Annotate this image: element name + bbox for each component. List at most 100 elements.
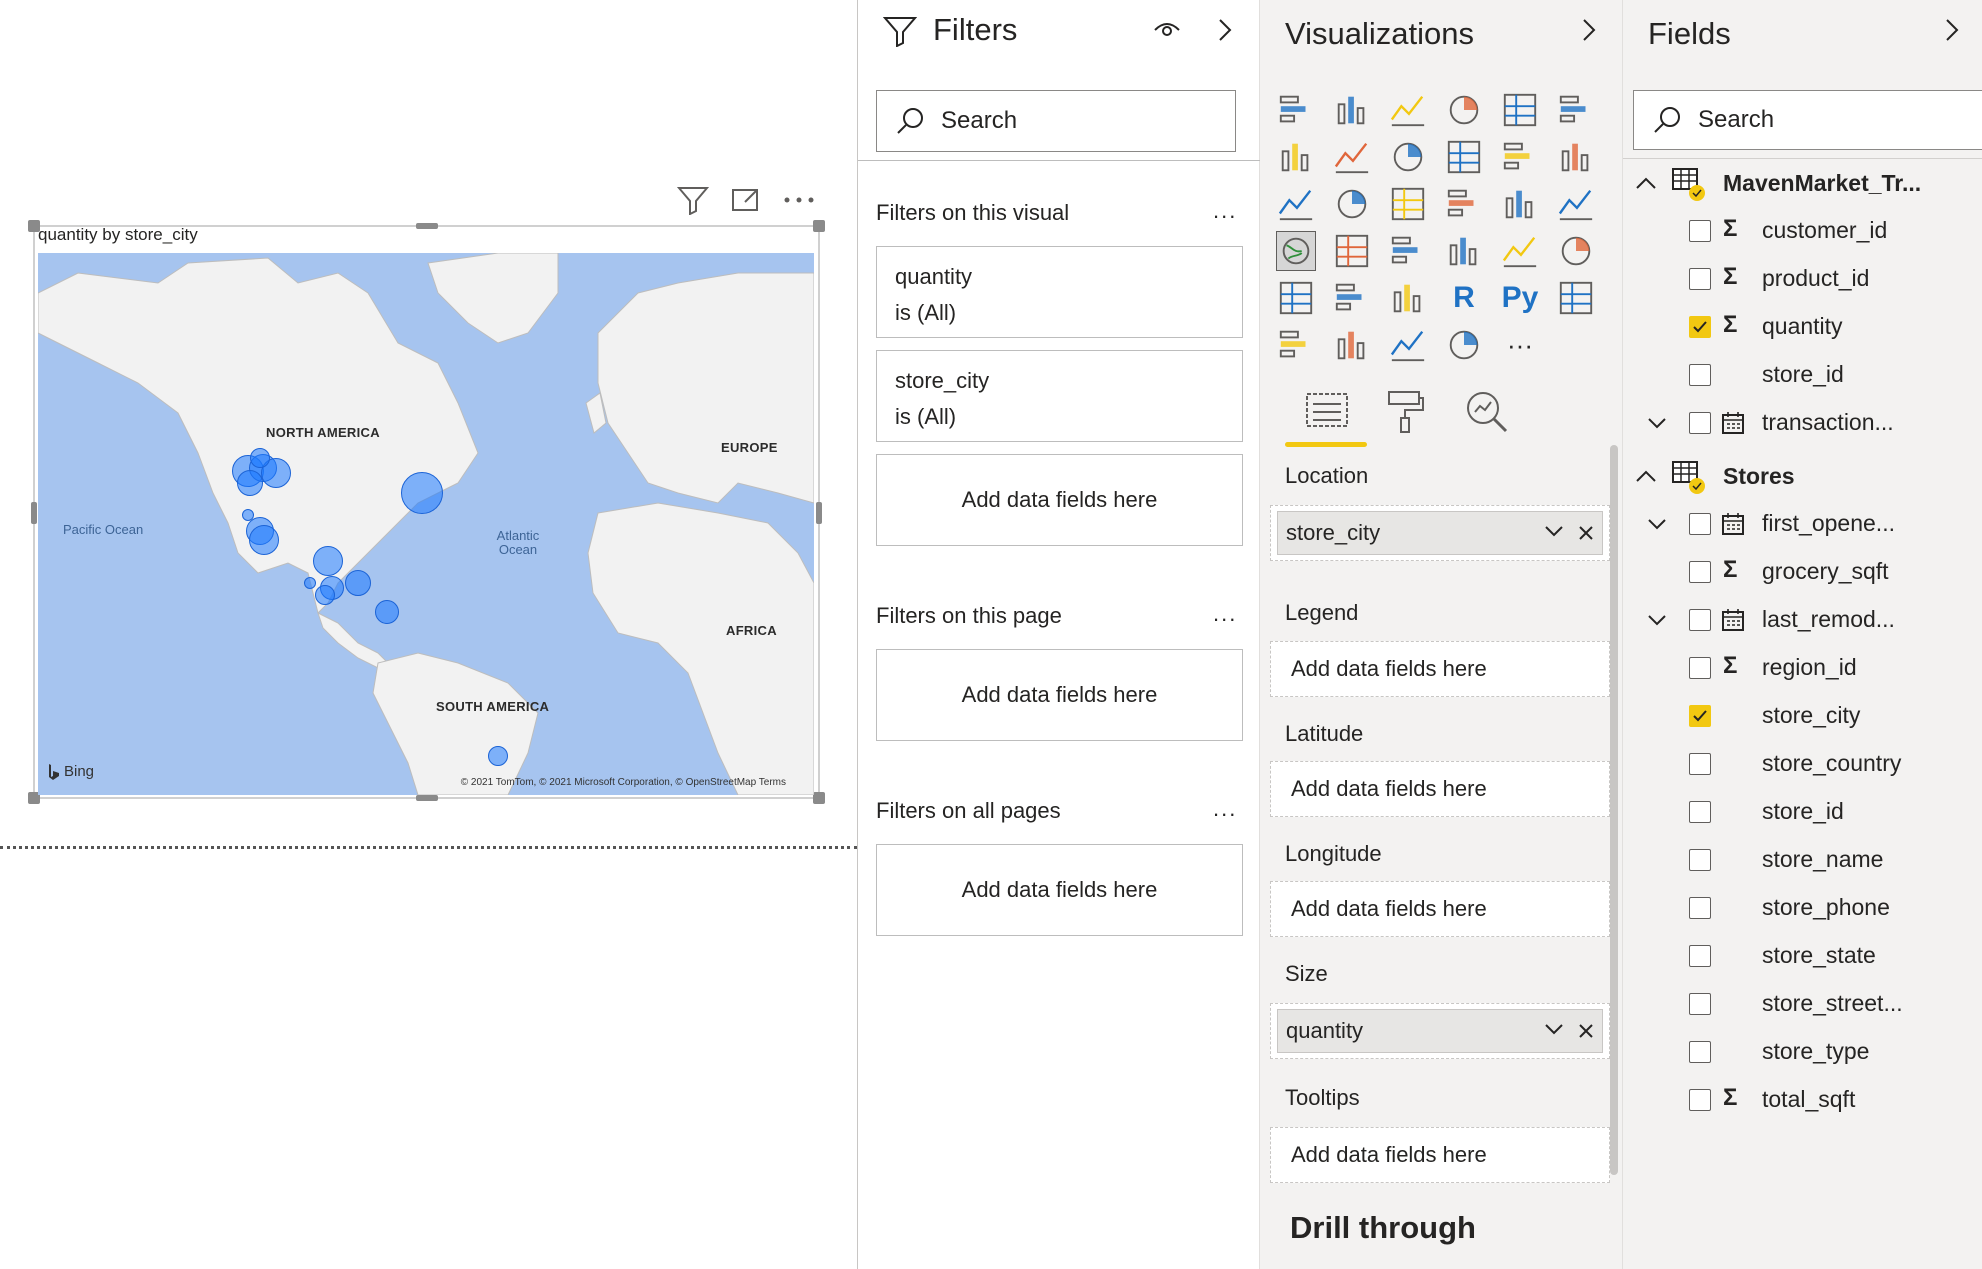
field-checkbox[interactable]	[1689, 268, 1711, 290]
field-checkbox[interactable]	[1689, 513, 1711, 535]
close-icon[interactable]	[1578, 525, 1594, 541]
add-visual-filter-dropzone[interactable]: Add data fields here	[876, 454, 1243, 546]
field-checkbox[interactable]	[1689, 705, 1711, 727]
filter-card-store-city[interactable]: store_city is (All)	[876, 350, 1243, 442]
treemap-visual-icon[interactable]	[1556, 184, 1596, 224]
pie-visual-icon[interactable]	[1444, 184, 1484, 224]
area-visual-icon[interactable]	[1332, 137, 1372, 177]
filter-card-quantity[interactable]: quantity is (All)	[876, 246, 1243, 338]
field-row-total-sqft[interactable]: Σtotal_sqft	[1623, 1080, 1982, 1120]
resize-handle[interactable]	[416, 223, 438, 229]
field-row-transaction[interactable]: transaction...	[1623, 403, 1982, 443]
donut-visual-icon[interactable]	[1500, 184, 1540, 224]
field-checkbox[interactable]	[1689, 657, 1711, 679]
more-options-icon[interactable]: ...	[1213, 601, 1237, 627]
table-header-mavenmarket[interactable]: MavenMarket_Tr...	[1623, 163, 1982, 203]
field-row-store-city[interactable]: store_city	[1623, 696, 1982, 736]
well-tooltips[interactable]: Add data fields here	[1270, 1127, 1610, 1183]
field-checkbox[interactable]	[1689, 316, 1711, 338]
field-row-grocery-sqft[interactable]: Σgrocery_sqft	[1623, 552, 1982, 592]
field-pill-store-city[interactable]: store_city	[1277, 511, 1603, 555]
resize-handle[interactable]	[416, 795, 438, 801]
funnel-visual-icon[interactable]	[1332, 184, 1372, 224]
field-checkbox[interactable]	[1689, 412, 1711, 434]
stacked-bar-visual-icon[interactable]	[1276, 90, 1316, 130]
well-longitude[interactable]: Add data fields here	[1270, 881, 1610, 937]
table-header-stores[interactable]: Stores	[1623, 456, 1982, 496]
gauge-visual-icon[interactable]	[1388, 231, 1428, 271]
map-bubble[interactable]	[315, 585, 335, 605]
map-bubble[interactable]	[313, 546, 343, 576]
scatter-visual-icon[interactable]	[1388, 184, 1428, 224]
key-influencers-visual-icon[interactable]	[1556, 278, 1596, 318]
matrix-visual-icon[interactable]	[1388, 278, 1428, 318]
map-bubble[interactable]	[249, 525, 279, 555]
field-checkbox[interactable]	[1689, 609, 1711, 631]
focus-mode-icon[interactable]	[731, 186, 761, 214]
map-bubble[interactable]	[237, 470, 263, 496]
field-checkbox[interactable]	[1689, 1089, 1711, 1111]
clustered-bar-visual-icon[interactable]	[1388, 90, 1428, 130]
line-cluster-column-visual-icon[interactable]	[1500, 137, 1540, 177]
filter-icon[interactable]	[677, 185, 709, 215]
fields-tab-icon[interactable]	[1305, 390, 1349, 437]
qa-visual-icon[interactable]	[1332, 325, 1372, 365]
field-row-store-state[interactable]: store_state	[1623, 936, 1982, 976]
map-bubble[interactable]	[304, 577, 316, 589]
field-row-product-id[interactable]: Σproduct_id	[1623, 259, 1982, 299]
chevron-up-icon[interactable]	[1635, 469, 1657, 483]
chevron-down-icon[interactable]	[1647, 417, 1667, 429]
power-apps-visual-icon[interactable]	[1444, 325, 1484, 365]
format-paint-roller-icon[interactable]	[1385, 390, 1425, 439]
field-row-store-id[interactable]: store_id	[1623, 792, 1982, 832]
map-bubble[interactable]	[375, 600, 399, 624]
well-size[interactable]: quantity	[1270, 1003, 1610, 1059]
100-bar-visual-icon[interactable]	[1500, 90, 1540, 130]
stacked-area-visual-icon[interactable]	[1388, 137, 1428, 177]
clustered-column-visual-icon[interactable]	[1444, 90, 1484, 130]
ribbon-visual-icon[interactable]	[1556, 137, 1596, 177]
eye-icon[interactable]	[1153, 18, 1181, 45]
field-row-store-type[interactable]: store_type	[1623, 1032, 1982, 1072]
field-row-store-country[interactable]: store_country	[1623, 744, 1982, 784]
well-latitude[interactable]: Add data fields here	[1270, 761, 1610, 817]
card-visual-icon[interactable]	[1444, 231, 1484, 271]
field-row-store-phone[interactable]: store_phone	[1623, 888, 1982, 928]
well-location[interactable]: store_city	[1270, 505, 1610, 561]
line-visual-icon[interactable]	[1276, 137, 1316, 177]
field-checkbox[interactable]	[1689, 897, 1711, 919]
field-checkbox[interactable]	[1689, 993, 1711, 1015]
100-column-visual-icon[interactable]	[1556, 90, 1596, 130]
field-checkbox[interactable]	[1689, 753, 1711, 775]
chevron-down-icon[interactable]	[1544, 1023, 1564, 1035]
table-visual-icon[interactable]	[1332, 278, 1372, 318]
chevron-down-icon[interactable]	[1647, 518, 1667, 530]
field-row-store-name[interactable]: store_name	[1623, 840, 1982, 880]
scrollbar[interactable]	[1610, 445, 1618, 1175]
field-row-first-opene[interactable]: first_opene...	[1623, 504, 1982, 544]
multi-row-card-visual-icon[interactable]	[1500, 231, 1540, 271]
chevron-down-icon[interactable]	[1647, 614, 1667, 626]
resize-handle[interactable]	[816, 502, 822, 524]
chevron-up-icon[interactable]	[1635, 176, 1657, 190]
field-checkbox[interactable]	[1689, 801, 1711, 823]
close-icon[interactable]	[1578, 1023, 1594, 1039]
filters-search-input[interactable]: Search	[876, 90, 1236, 152]
map-visual-icon[interactable]	[1276, 231, 1316, 271]
add-page-filter-dropzone[interactable]: Add data fields here	[876, 649, 1243, 741]
chevron-down-icon[interactable]	[1544, 525, 1564, 537]
field-row-quantity[interactable]: Σquantity	[1623, 307, 1982, 347]
add-report-filter-dropzone[interactable]: Add data fields here	[876, 844, 1243, 936]
bing-map[interactable]: Pacific Ocean Atlantic Ocean NORTH AMERI…	[38, 253, 814, 795]
field-checkbox[interactable]	[1689, 220, 1711, 242]
map-bubble[interactable]	[250, 448, 270, 468]
field-row-store-id[interactable]: store_id	[1623, 355, 1982, 395]
resize-handle[interactable]	[813, 792, 825, 804]
arcgis-visual-icon[interactable]	[1388, 325, 1428, 365]
field-pill-quantity[interactable]: quantity	[1277, 1009, 1603, 1053]
field-checkbox[interactable]	[1689, 849, 1711, 871]
field-row-region-id[interactable]: Σregion_id	[1623, 648, 1982, 688]
more-options-icon[interactable]	[783, 195, 815, 205]
stacked-column-visual-icon[interactable]	[1332, 90, 1372, 130]
more-options-icon[interactable]: ...	[1213, 796, 1237, 822]
